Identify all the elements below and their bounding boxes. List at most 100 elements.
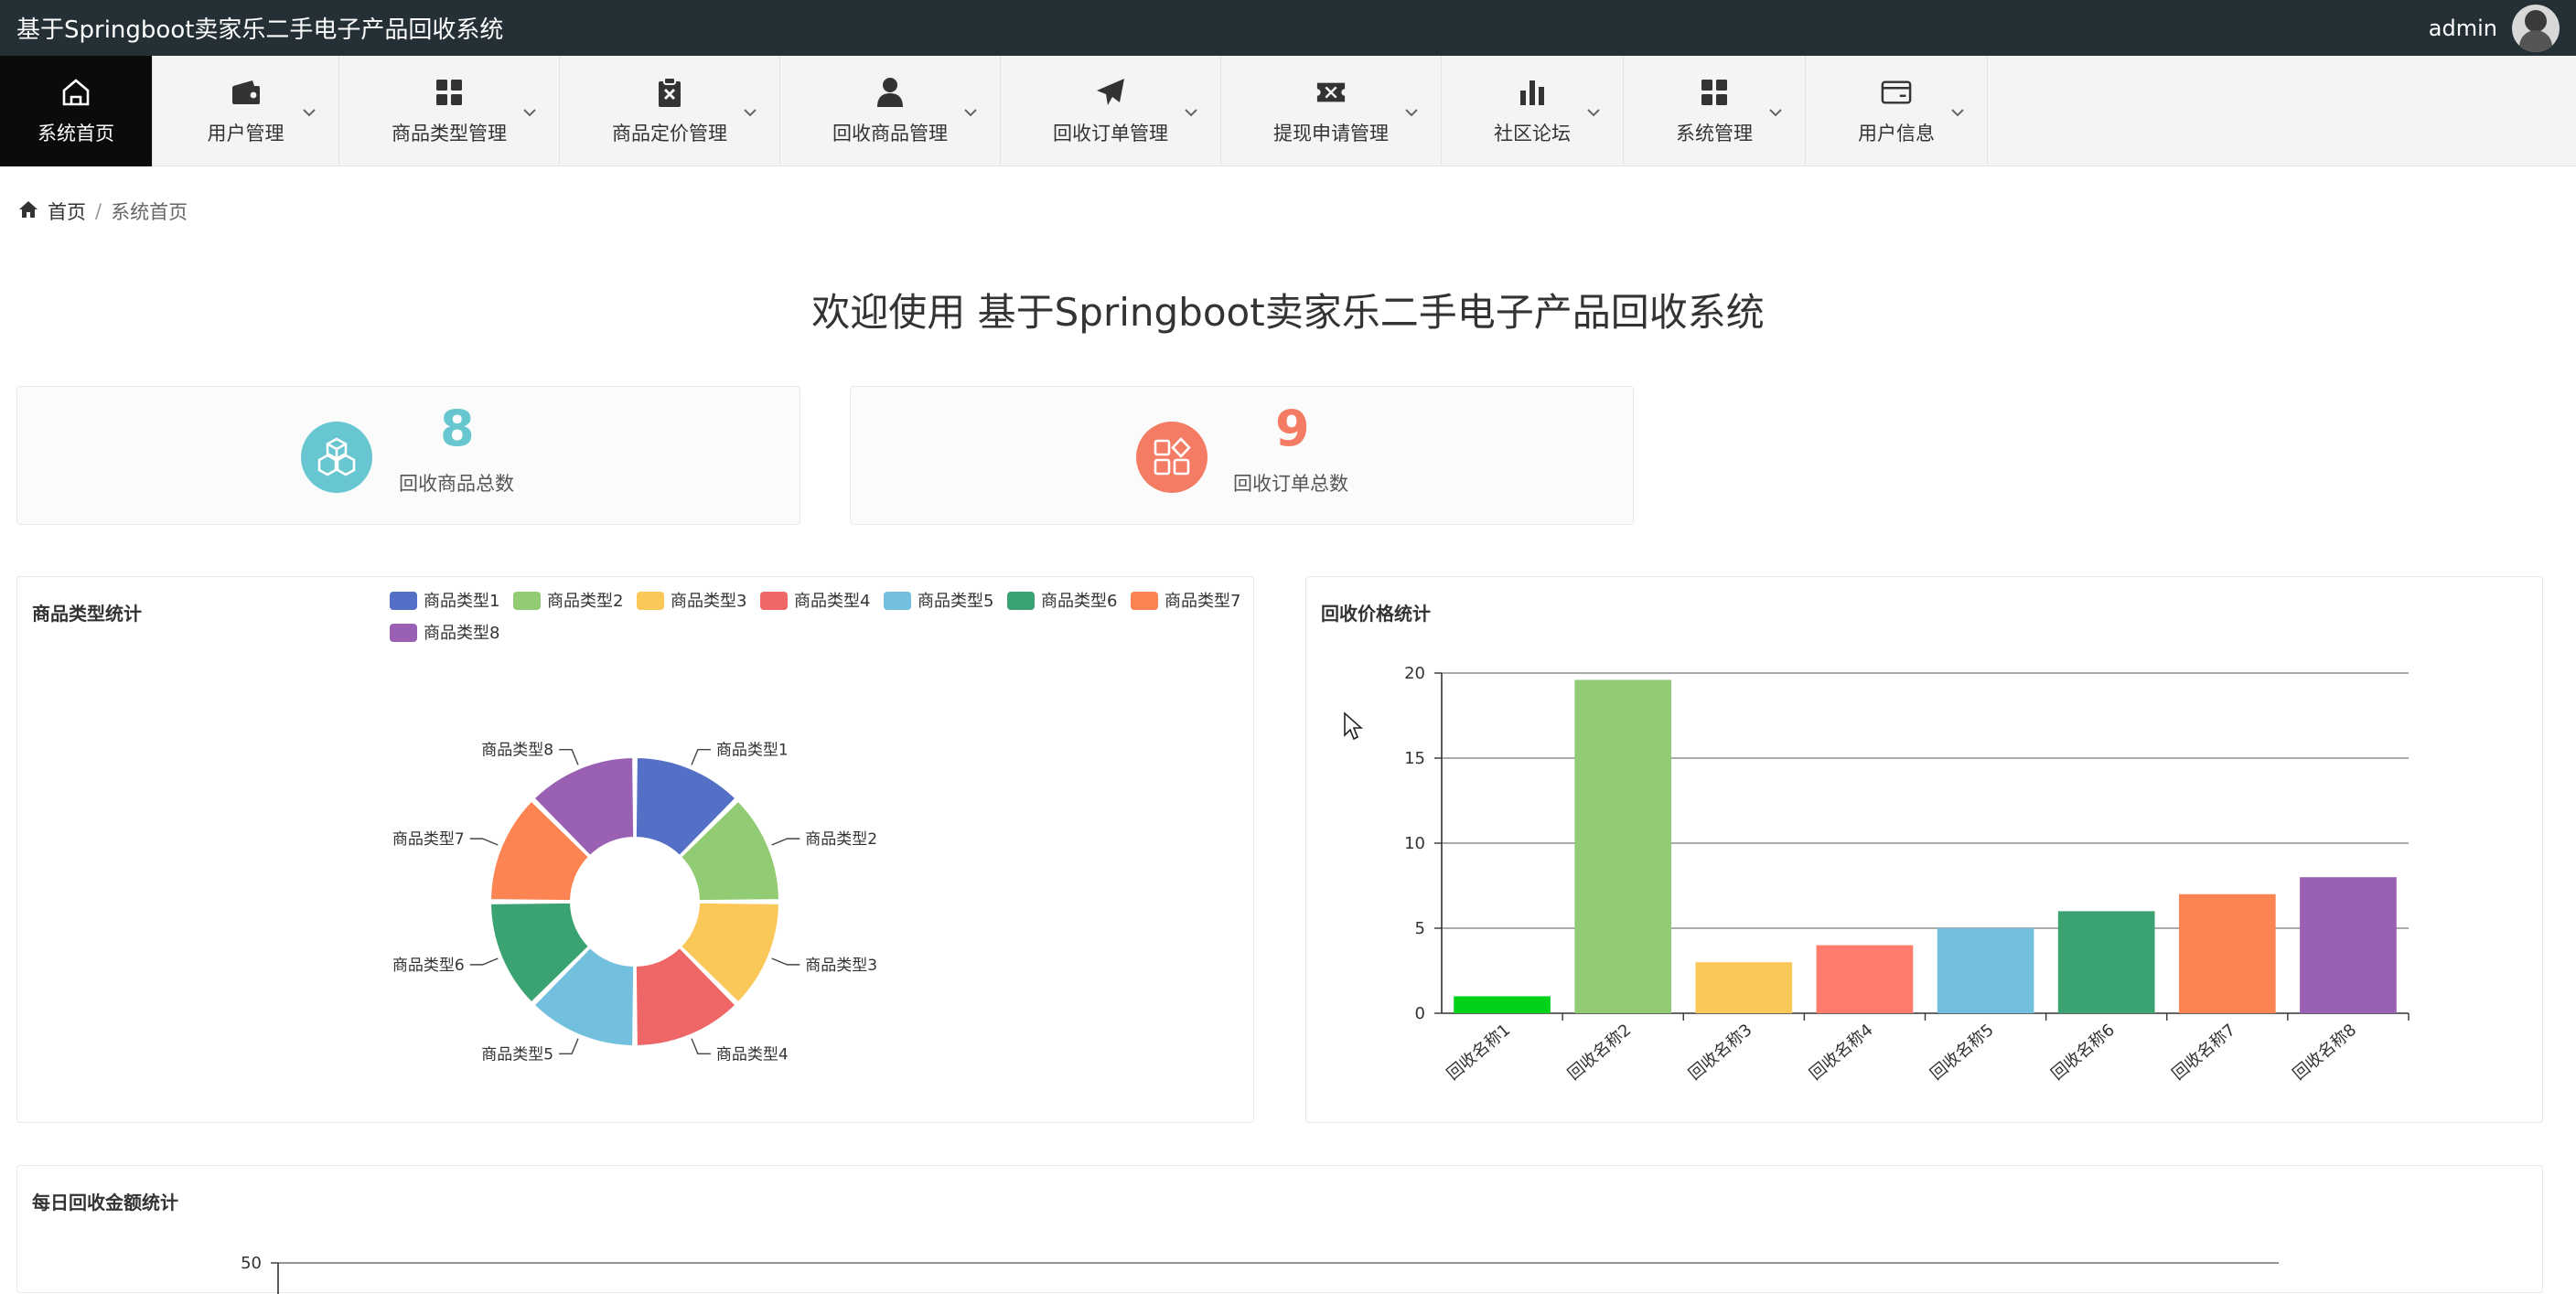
nav-item-9[interactable]: 系统管理 <box>1624 56 1806 166</box>
mouse-cursor-icon <box>1344 711 1363 741</box>
x-tick-label: 回收名称6 <box>2047 1021 2118 1085</box>
daily-chart-panel: 每日回收金额统计 50 <box>16 1165 2543 1294</box>
person-icon <box>875 77 906 108</box>
nav-item-4[interactable]: 商品定价管理 <box>560 56 780 166</box>
stat-card-orders: 9 回收订单总数 <box>850 386 1634 525</box>
breadcrumb-home-link[interactable]: 首页 <box>48 198 86 225</box>
bar[interactable] <box>1574 679 1672 1013</box>
bar[interactable] <box>2178 893 2276 1013</box>
legend-label[interactable]: 商品类型8 <box>424 624 499 643</box>
pie-label-line <box>559 749 579 765</box>
legend-label[interactable]: 商品类型4 <box>794 592 870 611</box>
stat-orders-value: 9 <box>1275 400 1310 457</box>
legend-swatch[interactable] <box>390 624 417 642</box>
x-tick-label: 回收名称3 <box>1685 1021 1755 1085</box>
breadcrumb-current: 系统首页 <box>111 201 188 223</box>
nav-item-8[interactable]: 社区论坛 <box>1442 56 1624 166</box>
nav-item-label: 社区论坛 <box>1494 122 1571 144</box>
stat-orders-label: 回收订单总数 <box>1233 473 1348 495</box>
x-tick-label: 回收名称1 <box>1444 1021 1514 1085</box>
chevron-down-icon[interactable] <box>1766 103 1785 122</box>
home-icon <box>60 77 91 108</box>
pie-label-line <box>691 1038 711 1054</box>
legend-swatch[interactable] <box>390 592 417 610</box>
y-tick-label: 0 <box>1415 1004 1425 1023</box>
chevron-down-icon[interactable] <box>961 103 980 122</box>
welcome-heading: 欢迎使用 基于Springboot卖家乐二手电子产品回收系统 <box>811 290 1765 335</box>
pie-slice-label: 商品类型7 <box>392 830 465 849</box>
bar-chart-panel: 回收价格统计 0 5 10 15 20 回收名称1 回收名称2 回收名称3 回收名称4 回收名称5… <box>1305 576 2543 1123</box>
pie-label-line <box>469 957 499 966</box>
nav-item-1[interactable]: 系统首页 <box>0 56 153 166</box>
bar[interactable] <box>1695 962 1793 1013</box>
x-tick-label: 回收名称5 <box>1927 1021 1997 1085</box>
legend-label[interactable]: 商品类型5 <box>918 592 993 611</box>
breadcrumb-separator: / <box>95 200 102 222</box>
home-icon <box>18 200 38 223</box>
nav-item-2[interactable]: 用户管理 <box>153 56 339 166</box>
legend-swatch[interactable] <box>513 592 541 610</box>
x-tick-label: 回收名称7 <box>2169 1021 2239 1085</box>
chevron-down-icon[interactable] <box>300 103 318 122</box>
pie-chart: 商品类型1 商品类型2 商品类型3 商品类型4 商品类型5 商品类型6 商品类型7 商品类型8… <box>390 592 1240 1064</box>
breadcrumb: 首页 / 系统首页 <box>18 198 188 225</box>
nav-item-label: 提现申请管理 <box>1273 122 1389 144</box>
pie-slice-label: 商品类型4 <box>716 1045 789 1064</box>
bar-chart-icon <box>1517 77 1548 108</box>
nav-item-5[interactable]: 回收商品管理 <box>780 56 1001 166</box>
pie-label-line <box>771 957 800 966</box>
cubes-icon <box>301 422 372 493</box>
legend-label[interactable]: 商品类型2 <box>547 592 623 611</box>
pie-slice-label: 商品类型2 <box>805 830 877 849</box>
nav-item-3[interactable]: 商品类型管理 <box>339 56 560 166</box>
avatar[interactable] <box>2512 4 2560 52</box>
pie-label-line <box>559 1038 579 1054</box>
nav-item-6[interactable]: 回收订单管理 <box>1001 56 1221 166</box>
nav-item-label: 回收商品管理 <box>832 122 948 144</box>
chevron-down-icon[interactable] <box>741 103 759 122</box>
card-icon <box>1881 77 1912 108</box>
chevron-down-icon[interactable] <box>1182 103 1200 122</box>
legend-swatch[interactable] <box>760 592 788 610</box>
x-tick-label: 回收名称8 <box>2290 1021 2360 1085</box>
bar[interactable] <box>1816 945 1914 1013</box>
pie-label-line <box>771 838 800 846</box>
pie-slice-label: 商品类型8 <box>481 742 553 760</box>
legend-swatch[interactable] <box>884 592 911 610</box>
legend-swatch[interactable] <box>1007 592 1035 610</box>
grid-icon <box>434 77 465 108</box>
bar[interactable] <box>2057 911 2155 1013</box>
legend-swatch[interactable] <box>637 592 664 610</box>
nav-item-label: 回收订单管理 <box>1053 122 1168 144</box>
legend-label[interactable]: 商品类型6 <box>1041 592 1117 611</box>
nav-item-7[interactable]: 提现申请管理 <box>1221 56 1442 166</box>
legend-label[interactable]: 商品类型7 <box>1165 592 1240 611</box>
pie-slice-label: 商品类型5 <box>481 1045 553 1064</box>
daily-line-chart: 50 <box>241 1254 2279 1294</box>
chevron-down-icon[interactable] <box>1584 103 1603 122</box>
chevron-down-icon[interactable] <box>521 103 539 122</box>
pie-label-line <box>691 749 711 765</box>
legend-label[interactable]: 商品类型1 <box>424 592 499 611</box>
bar[interactable] <box>2300 877 2397 1013</box>
ticket-icon <box>1315 77 1347 108</box>
bar[interactable] <box>1454 996 1551 1013</box>
y-tick-label: 10 <box>1404 834 1425 853</box>
legend-swatch[interactable] <box>1131 592 1158 610</box>
top-bar: 基于Springboot卖家乐二手电子产品回收系统 admin <box>0 0 2576 56</box>
user-menu[interactable]: admin <box>2429 4 2560 52</box>
legend-label[interactable]: 商品类型3 <box>671 592 746 611</box>
y-tick-label: 15 <box>1404 749 1425 768</box>
pie-slice-label: 商品类型6 <box>392 957 465 975</box>
bar-chart: 0 5 10 15 20 回收名称1 回收名称2 回收名称3 回收名称4 回收名称5 回收名称6 回收… <box>1404 664 2410 1085</box>
apps-icon <box>1136 422 1208 493</box>
x-tick-label: 回收名称2 <box>1564 1021 1635 1085</box>
chevron-down-icon[interactable] <box>1948 103 1967 122</box>
nav-item-10[interactable]: 用户信息 <box>1806 56 1988 166</box>
stat-goods-value: 8 <box>440 400 475 457</box>
wallet-icon <box>231 77 262 108</box>
chevron-down-icon[interactable] <box>1402 103 1421 122</box>
nav-item-label: 商品类型管理 <box>392 122 507 144</box>
bar[interactable] <box>1937 928 2034 1013</box>
x-tick-label: 回收名称4 <box>1806 1021 1876 1085</box>
